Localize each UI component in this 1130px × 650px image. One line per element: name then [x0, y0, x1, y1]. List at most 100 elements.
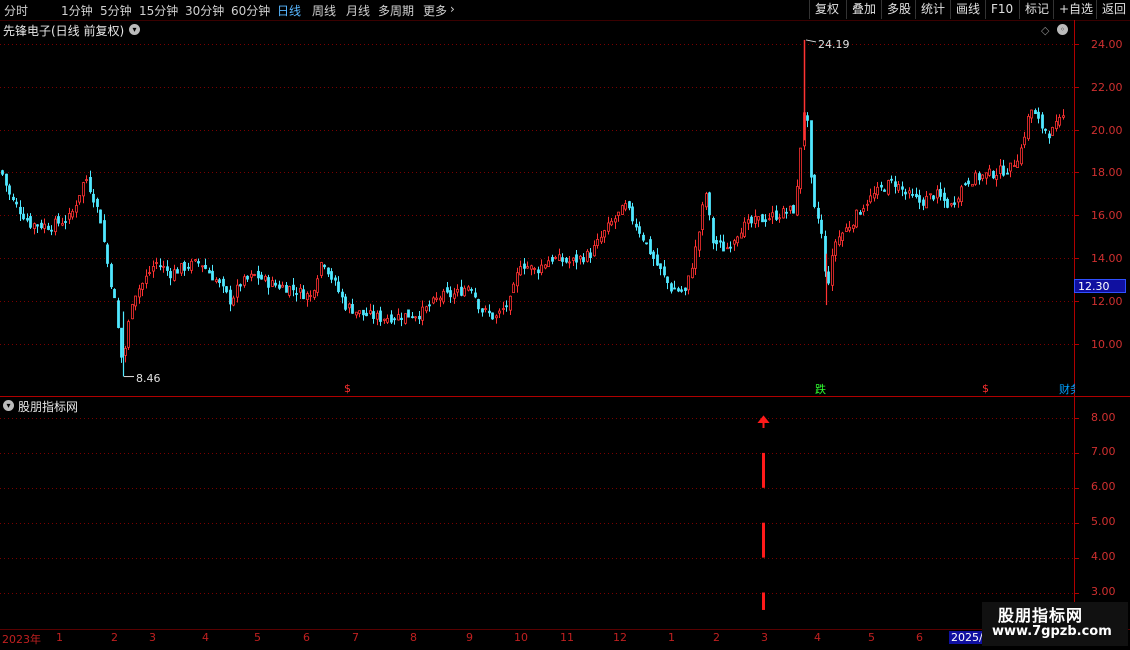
candle-body — [691, 267, 694, 279]
dividend-marker[interactable]: $ — [982, 382, 989, 395]
candle-body — [19, 206, 22, 215]
candle-body — [383, 318, 386, 321]
date-label: 6 — [916, 631, 923, 644]
overlay-button[interactable]: 叠加 — [846, 0, 881, 19]
candle-body — [873, 193, 876, 199]
candle-body — [5, 173, 8, 186]
period-tab-timeshare[interactable]: 分时 — [4, 2, 28, 19]
candle-body — [173, 269, 176, 281]
period-tab-60min[interactable]: 60分钟 — [231, 2, 270, 19]
candle-body — [264, 275, 267, 281]
y-tick: 12.00 — [1091, 295, 1123, 308]
candle-body — [876, 186, 879, 196]
period-tab-30min[interactable]: 30分钟 — [185, 2, 224, 19]
current-price-tag: 12.30 — [1074, 279, 1126, 293]
candle-body — [12, 196, 15, 201]
candle-body — [677, 288, 680, 292]
candle-body — [344, 296, 347, 310]
candle-body — [250, 273, 253, 278]
candle-body — [456, 288, 459, 293]
candle-body — [134, 295, 137, 307]
main-panel-dropdown-icon[interactable]: ▾ — [129, 24, 140, 35]
candle-body — [89, 176, 92, 193]
candle-body — [747, 219, 750, 224]
period-tab-more[interactable]: 更多 — [423, 2, 447, 19]
indicator-y-tick: 8.00 — [1091, 411, 1116, 424]
statistics-button[interactable]: 统计 — [915, 0, 950, 19]
candle-body — [918, 195, 921, 203]
period-tab-multi[interactable]: 多周期 — [378, 2, 414, 19]
candle-body — [194, 259, 197, 262]
candle-body — [558, 254, 561, 261]
period-tab-monthly[interactable]: 月线 — [346, 2, 370, 19]
candle-body — [33, 223, 36, 229]
candle-body — [1013, 165, 1016, 167]
candle-body — [180, 263, 183, 274]
diamond-icon[interactable]: ◇ — [1041, 24, 1049, 37]
candle-body — [838, 236, 841, 246]
candle-body — [684, 287, 687, 291]
candle-body — [411, 316, 414, 319]
candle-body — [68, 213, 71, 220]
candle-body — [645, 242, 648, 245]
add-watchlist-button[interactable]: +自选 — [1053, 0, 1096, 19]
candle-body — [236, 284, 239, 298]
candle-body — [159, 265, 162, 268]
candle-body — [971, 183, 974, 187]
candle-body — [750, 216, 753, 224]
candle-body — [813, 174, 816, 207]
candle-body — [211, 270, 214, 281]
fall-marker[interactable]: 跌 — [815, 381, 826, 397]
candle-body — [400, 317, 403, 320]
candle-body — [316, 278, 319, 293]
candle-body — [897, 184, 900, 191]
adjust-button[interactable]: 复权 — [809, 0, 846, 19]
candle-body — [901, 186, 904, 190]
mark-button[interactable]: 标记 — [1019, 0, 1053, 19]
finance-marker[interactable]: 财务 — [1059, 381, 1075, 397]
candle-body — [533, 268, 536, 270]
candle-body — [92, 193, 95, 203]
candle-body — [680, 289, 683, 292]
candle-body — [708, 192, 711, 216]
period-toolbar: 分时 1分钟 5分钟 15分钟 30分钟 60分钟 日线 周线 月线 多周期 更… — [0, 0, 1130, 21]
candle-body — [596, 239, 599, 246]
candle-body — [796, 186, 799, 216]
candle-body — [99, 209, 102, 224]
candle-body — [953, 202, 956, 205]
date-label: 3 — [761, 631, 768, 644]
candle-body — [939, 188, 942, 197]
period-tab-daily[interactable]: 日线 — [277, 2, 301, 19]
candle-body — [544, 264, 547, 269]
candle-body — [470, 289, 473, 291]
candle-body — [1, 170, 4, 175]
multi-stock-button[interactable]: 多股 — [881, 0, 915, 19]
candle-body — [670, 283, 673, 292]
candle-body — [932, 195, 935, 200]
settings-circle-icon[interactable]: ◦ — [1057, 24, 1068, 35]
f10-button[interactable]: F10 — [985, 0, 1019, 19]
more-chevron-icon[interactable]: › — [450, 2, 455, 16]
candle-body — [376, 312, 379, 320]
period-tab-5min[interactable]: 5分钟 — [100, 2, 132, 19]
candle-body — [372, 311, 375, 319]
period-tab-1min[interactable]: 1分钟 — [61, 2, 93, 19]
candle-body — [274, 282, 277, 286]
back-button[interactable]: 返回 — [1096, 0, 1130, 19]
dividend-marker[interactable]: $ — [344, 382, 351, 395]
candle-body — [152, 266, 155, 272]
candle-body — [736, 236, 739, 244]
candle-body — [936, 189, 939, 199]
candle-body — [754, 216, 757, 224]
candle-body — [698, 231, 701, 251]
candle-body — [106, 244, 109, 264]
candle-body — [120, 327, 123, 358]
draw-line-button[interactable]: 画线 — [950, 0, 985, 19]
stock-chart[interactable] — [0, 20, 1130, 630]
candle-body — [726, 247, 729, 250]
candle-body — [351, 304, 354, 314]
period-tab-15min[interactable]: 15分钟 — [139, 2, 178, 19]
period-tab-weekly[interactable]: 周线 — [312, 2, 336, 19]
indicator-dropdown-icon[interactable]: ▾ — [3, 400, 14, 411]
candle-body — [449, 290, 452, 298]
